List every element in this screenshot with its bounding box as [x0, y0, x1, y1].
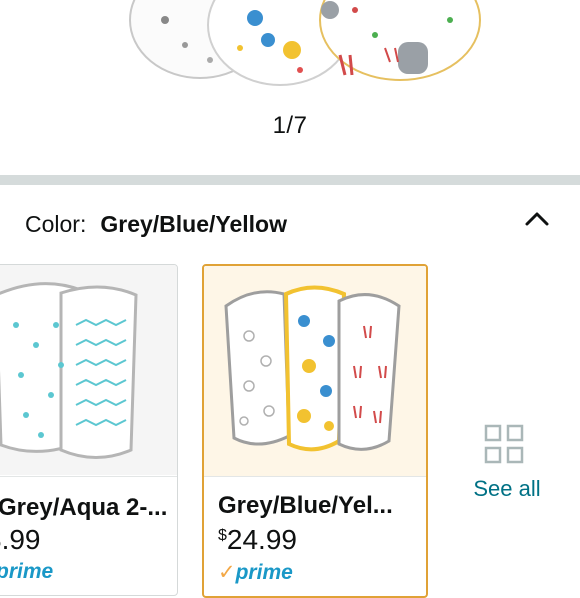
prime-label: prime	[235, 561, 293, 584]
chevron-up-icon	[525, 212, 549, 226]
swatch-price: 8.99	[0, 524, 41, 556]
swatch-name: Grey/Blue/Yel...	[218, 492, 393, 519]
product-image-gallery[interactable]: 1/7	[0, 0, 580, 175]
swatch-image	[0, 265, 177, 475]
grid-icon	[484, 424, 524, 464]
section-divider	[0, 175, 580, 185]
image-counter: 1/7	[272, 112, 308, 139]
color-selector-header: Color: Grey/Blue/Yellow	[25, 208, 287, 240]
see-all-label: See all	[473, 476, 541, 501]
prime-badge: prime	[0, 560, 53, 584]
price-amount: 8.99	[0, 524, 41, 555]
price-amount: 24.99	[226, 524, 297, 555]
color-label: Color:	[25, 211, 87, 237]
selected-color-value: Grey/Blue/Yellow	[100, 211, 287, 237]
prime-badge: ✓prime	[218, 560, 293, 585]
swatch-price: $24.99	[218, 524, 297, 556]
collapse-button[interactable]	[515, 200, 559, 240]
see-all-button[interactable]: See all	[462, 424, 552, 514]
prime-check-icon: ✓	[218, 561, 236, 584]
swatch-name: Grey/Aqua 2-...	[0, 494, 168, 521]
product-image	[129, 0, 481, 86]
swatch-image	[204, 266, 426, 476]
currency-symbol: $	[218, 527, 227, 544]
